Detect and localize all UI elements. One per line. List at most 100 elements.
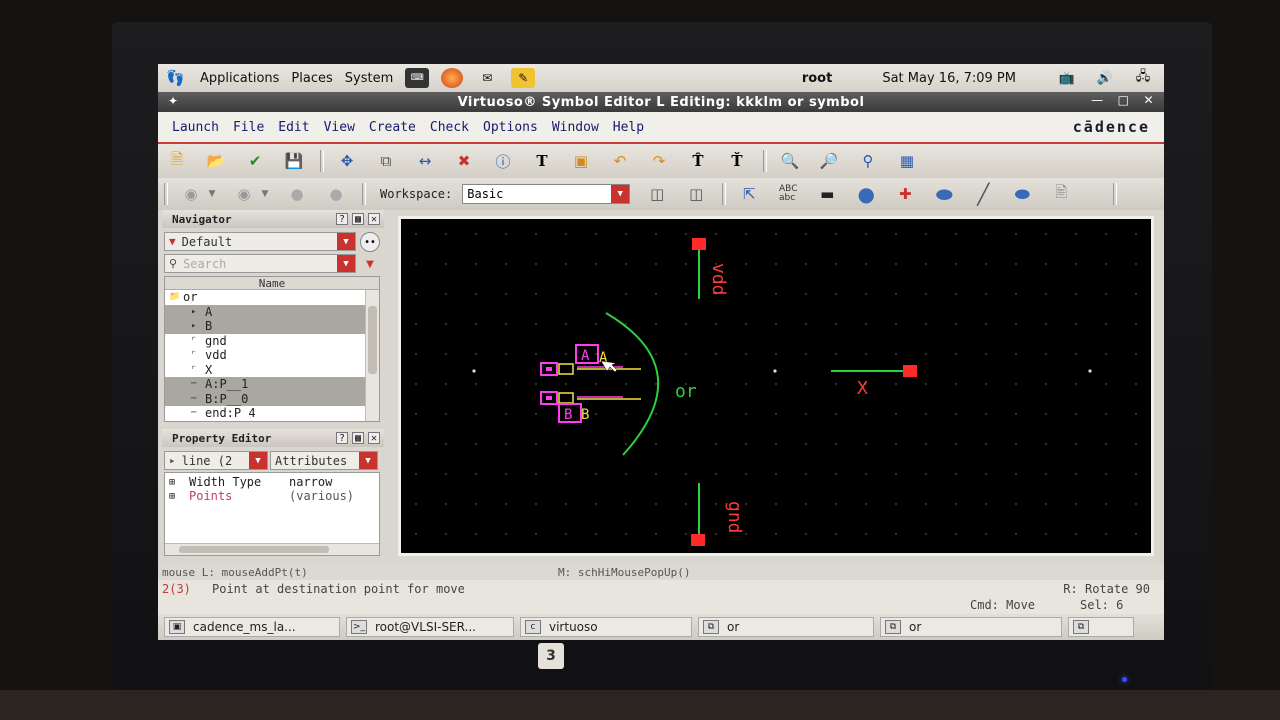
system-menu[interactable]: System xyxy=(345,71,393,86)
property-object-select[interactable]: ▸ line (2 ▼ xyxy=(164,451,268,470)
text-icon[interactable]: T xyxy=(529,149,555,173)
menu-edit[interactable]: Edit xyxy=(278,120,309,135)
save-icon[interactable]: 💾 xyxy=(281,149,307,173)
or-label[interactable]: or xyxy=(675,381,697,402)
tree-item[interactable]: ⌜ X xyxy=(165,363,379,378)
taskbar-item[interactable]: c virtuoso xyxy=(520,617,692,637)
delete-icon[interactable]: ✖ xyxy=(451,149,477,173)
close-icon[interactable]: ✕ xyxy=(368,432,380,444)
text-down-icon[interactable]: Ť xyxy=(724,149,750,173)
taskbar-item[interactable]: ⧉ or xyxy=(880,617,1062,637)
gnd-label[interactable]: gnd xyxy=(724,501,745,534)
menu-file[interactable]: File xyxy=(233,120,264,135)
pin-icon[interactable]: ▬ xyxy=(814,182,840,206)
vdd-pin[interactable] xyxy=(692,238,706,250)
tree-item[interactable]: ▸ A xyxy=(165,304,379,319)
filter-icon[interactable]: ● xyxy=(284,182,310,206)
property-row[interactable]: ⊞ Width Type narrow xyxy=(165,475,379,489)
scrollbar-thumb[interactable] xyxy=(179,546,329,553)
partial-select-icon[interactable]: ◉ xyxy=(231,182,257,206)
redo-icon[interactable]: ↷ xyxy=(646,149,672,173)
output-x-pin[interactable] xyxy=(903,365,917,377)
network-icon[interactable]: 🖧 xyxy=(1130,69,1156,87)
show-desktop-button[interactable]: ⧉ xyxy=(1068,617,1134,637)
tree-column-header[interactable]: Name xyxy=(165,277,379,290)
applications-menu[interactable]: Applications xyxy=(200,71,279,86)
open-icon[interactable]: 📂 xyxy=(203,149,229,173)
menu-view[interactable]: View xyxy=(324,120,355,135)
property-hscrollbar[interactable] xyxy=(165,543,379,555)
expand-icon[interactable]: ⊞ xyxy=(169,491,181,502)
workspace-save-icon[interactable]: ◫ xyxy=(644,182,670,206)
ellipse-icon[interactable]: ⬬ xyxy=(931,182,957,206)
gnome-foot-icon[interactable]: 👣 xyxy=(166,69,188,87)
minimize-icon[interactable]: — xyxy=(1091,93,1104,107)
help-icon[interactable]: ? xyxy=(336,213,348,225)
close-icon[interactable]: ✕ xyxy=(368,213,380,225)
label-icon[interactable]: ▣ xyxy=(568,149,594,173)
symbol-drawing[interactable]: vdd gnd or A A B B X xyxy=(401,219,1151,553)
firefox-icon[interactable] xyxy=(441,68,464,88)
menu-options[interactable]: Options xyxy=(483,120,538,135)
navigator-tree[interactable]: Name 📁 or ▸ A ▸ B ⌜ gnd ⌜ vdd ⌜ X ─ A:P__1 ─ B:P… xyxy=(164,276,380,422)
taskbar-item[interactable]: >_ root@VLSI-SER... xyxy=(346,617,514,637)
text-up-icon[interactable]: T̂ xyxy=(685,149,711,173)
float-icon[interactable]: ▩ xyxy=(352,213,364,225)
clock[interactable]: Sat May 16, 7:09 PM xyxy=(882,71,1016,86)
circle-icon[interactable]: ● xyxy=(853,182,879,206)
menu-launch[interactable]: Launch xyxy=(172,120,219,135)
expand-icon[interactable]: ⊞ xyxy=(169,477,181,488)
tree-item[interactable]: ─ B:P__0 xyxy=(165,391,379,406)
check-save-icon[interactable]: ✔ xyxy=(242,149,268,173)
menu-check[interactable]: Check xyxy=(430,120,469,135)
taskbar-item[interactable]: ▣ cadence_ms_la... xyxy=(164,617,340,637)
scrollbar-thumb[interactable] xyxy=(368,306,377,374)
undo-icon[interactable]: ↶ xyxy=(607,149,633,173)
search-options-icon[interactable]: ▼ xyxy=(360,254,380,274)
vdd-label[interactable]: vdd xyxy=(708,263,729,296)
tree-item[interactable]: ⌜ vdd xyxy=(165,348,379,363)
window-menu-icon[interactable]: ✦ xyxy=(168,94,179,108)
notepad-icon[interactable]: 🖹 xyxy=(1048,182,1074,206)
chevron-down-icon[interactable]: ▼ xyxy=(337,233,355,250)
chevron-down-icon[interactable]: ▼ xyxy=(337,255,355,272)
close-icon[interactable]: ✕ xyxy=(1143,93,1154,107)
display-icon[interactable]: 📺 xyxy=(1054,69,1080,87)
tree-item[interactable]: ─ A:P__1 xyxy=(165,377,379,392)
input-a-label[interactable]: A xyxy=(581,348,590,364)
notes-icon[interactable]: ✎ xyxy=(511,68,536,88)
chevron-down-icon[interactable]: ▼ xyxy=(359,452,377,469)
add-selection-box-icon[interactable]: ✚ xyxy=(892,182,918,206)
volume-icon[interactable]: 🔊 xyxy=(1092,69,1118,87)
workspace-load-icon[interactable]: ◫ xyxy=(683,182,709,206)
dropdown-arrow-icon[interactable]: ▼ xyxy=(206,182,218,206)
select-mode-icon[interactable]: ◉ xyxy=(178,182,204,206)
dropdown-arrow-icon[interactable]: ▼ xyxy=(259,182,271,206)
move-icon[interactable]: ✥ xyxy=(334,149,360,173)
tree-item[interactable]: 📁 or xyxy=(165,290,379,305)
stretch-icon[interactable]: ↔ xyxy=(412,149,438,173)
tree-scrollbar[interactable] xyxy=(365,290,379,421)
menu-help[interactable]: Help xyxy=(613,120,644,135)
float-icon[interactable]: ▩ xyxy=(352,432,364,444)
chevron-down-icon[interactable]: ▼ xyxy=(249,452,267,469)
property-mode-select[interactable]: Attributes ▼ xyxy=(270,451,378,470)
terminal-launcher-icon[interactable]: ⌨ xyxy=(405,68,430,88)
gnd-pin[interactable] xyxy=(691,534,705,546)
properties-icon[interactable]: ⓘ xyxy=(490,149,516,173)
zoom-in-icon[interactable]: 🔍 xyxy=(777,149,803,173)
chevron-down-icon[interactable]: ▼ xyxy=(611,185,630,203)
navigator-search-input[interactable]: ⚲ Search ▼ xyxy=(164,254,356,273)
tree-item[interactable]: ⌜ gnd xyxy=(165,334,379,349)
tree-item[interactable]: ▸ B xyxy=(165,319,379,334)
tree-item[interactable]: ─ end:P 4 xyxy=(165,406,379,421)
new-icon[interactable]: 🗎 xyxy=(164,149,190,173)
menu-window[interactable]: Window xyxy=(552,120,599,135)
arc-icon[interactable]: ⬬ xyxy=(1009,182,1035,206)
filter2-icon[interactable]: ● xyxy=(323,182,349,206)
mail-icon[interactable]: ✉ xyxy=(475,68,499,88)
navigator-filter-select[interactable]: ▼ Default ▼ xyxy=(164,232,356,251)
places-menu[interactable]: Places xyxy=(291,71,332,86)
abc-label-icon[interactable]: ABC abc xyxy=(775,182,801,206)
zoom-fit-icon[interactable]: ⚲ xyxy=(855,149,881,173)
